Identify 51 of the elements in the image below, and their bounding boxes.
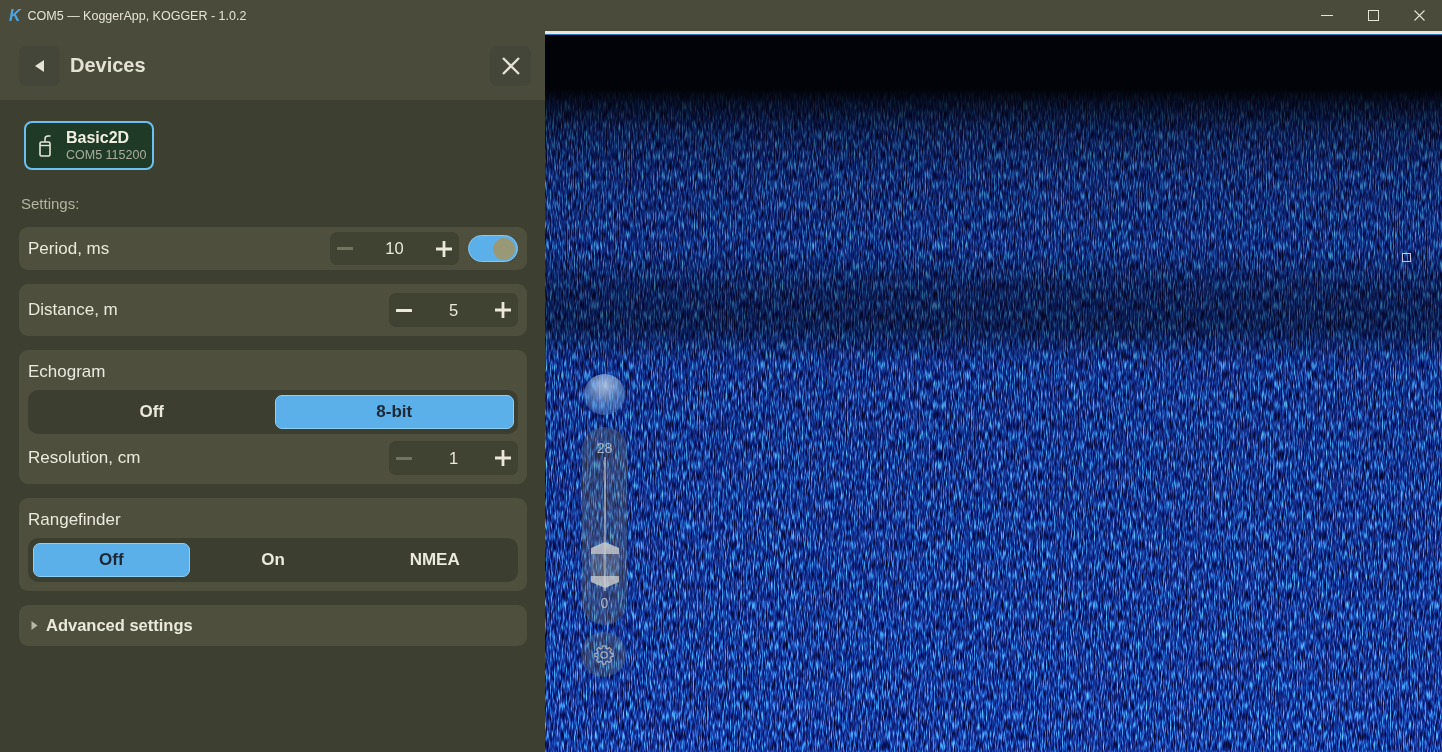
square-marker-icon [1402,253,1411,262]
app-logo: K [9,7,21,24]
toggle-switch[interactable] [468,235,518,262]
slider-min-label: 0 [600,594,609,612]
device-card[interactable]: Basic2D COM5 115200 [24,121,155,170]
left-triangle-icon [35,59,44,72]
plus-icon [436,240,452,257]
setting-label: Distance, m [28,300,119,320]
segment-option[interactable]: NMEA [355,543,514,577]
settings-heading: Settings: [21,195,81,213]
disclosure-triangle-icon [31,621,38,630]
gear-icon [593,644,614,665]
minus-icon [396,308,412,312]
sensor-icon [38,134,52,157]
minimize-icon [1321,15,1333,16]
maximize-icon [1367,10,1379,21]
plus-icon [495,302,511,318]
number-stepper[interactable]: 5 [389,293,518,327]
segment-option[interactable]: On [194,543,352,577]
segment-option[interactable]: Off [32,395,271,429]
setting-label: Period, ms [28,238,111,259]
segmented-control[interactable]: Off 8-bit [28,390,518,434]
minus-icon [337,247,353,250]
device-port: COM5 115200 [66,147,147,163]
window-title: COM5 — KoggerApp, KOGGER - 1.0.2 [27,8,247,23]
segment-option[interactable]: 8-bit [275,395,514,429]
setting-label: Resolution, cm [28,448,142,468]
stepper-value: 1 [447,448,460,468]
stepper-value: 10 [384,239,405,258]
segment-option[interactable]: Off [32,543,191,577]
slider-max-label: 28 [596,439,613,457]
stepper-value: 5 [447,300,460,320]
sphere-button[interactable] [584,374,625,415]
section-title: Echogram [28,361,107,383]
close-icon [501,56,520,75]
device-name: Basic2D [66,128,131,147]
panel-title: Devices [70,54,147,77]
number-stepper[interactable]: 10 [330,232,459,265]
settings-button[interactable] [581,632,626,677]
slider-thumb[interactable] [589,541,620,590]
segmented-control[interactable]: Off On NMEA [28,538,518,582]
section-title: Rangefinder [28,509,122,531]
plus-icon [495,450,511,466]
close-button[interactable] [490,45,531,86]
expander-header[interactable]: Advanced settings [19,605,527,646]
depth-slider[interactable]: 28 0 [582,427,627,625]
minus-icon [396,456,412,460]
number-stepper[interactable]: 1 [389,441,518,475]
close-icon [1413,10,1425,21]
slider-track[interactable] [589,457,620,591]
back-button[interactable] [19,45,60,86]
